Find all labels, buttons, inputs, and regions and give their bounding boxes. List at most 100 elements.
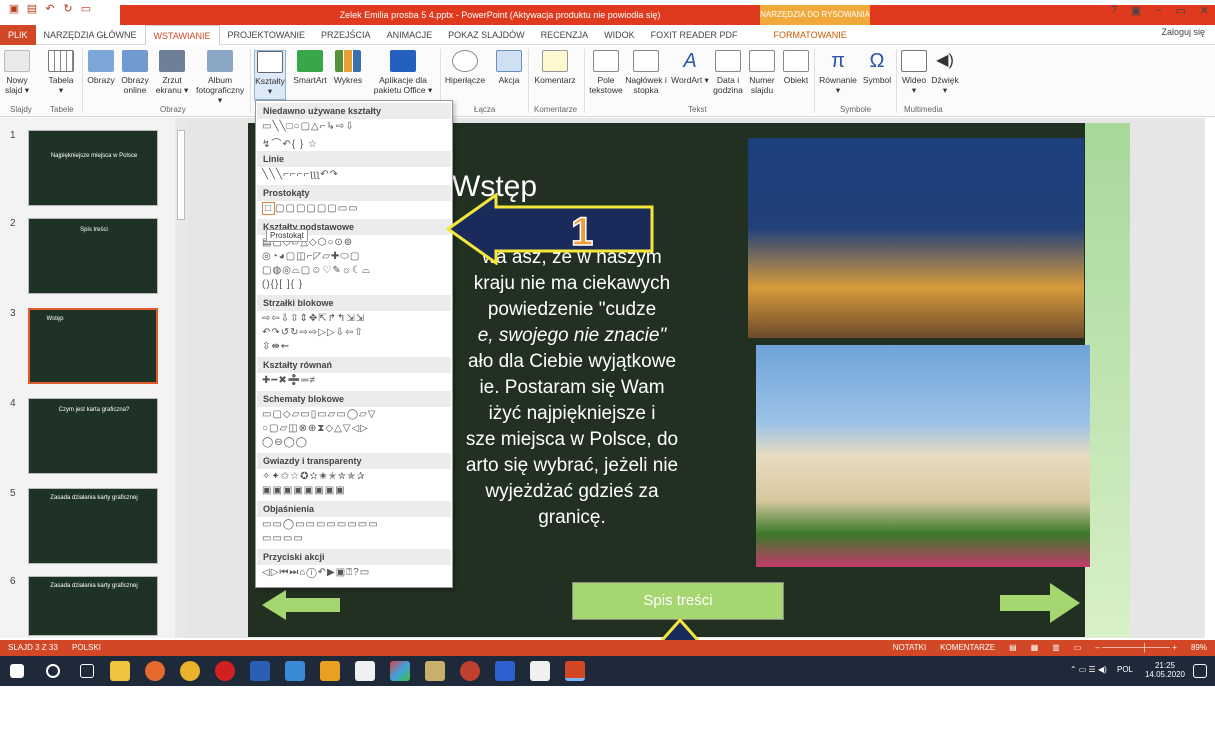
- object-button[interactable]: Obiekt: [780, 50, 812, 85]
- back-arrow-shape[interactable]: [262, 590, 342, 620]
- text-box-button[interactable]: Pole tekstowe: [588, 50, 624, 95]
- app-icon[interactable]: [285, 661, 305, 681]
- office-apps-button[interactable]: Aplikacje dla pakietu Office ▾: [370, 50, 436, 95]
- smartart-button[interactable]: SmartArt: [290, 50, 330, 85]
- app3-icon[interactable]: [460, 661, 480, 681]
- new-slide-button[interactable]: Nowy slajd ▾: [4, 50, 30, 95]
- slide-thumbnail-5[interactable]: Zasada działania karty graficznej: [28, 488, 158, 564]
- undo-icon[interactable]: ↶: [44, 3, 56, 15]
- task-view-icon[interactable]: [80, 664, 94, 678]
- tab-design[interactable]: PROJEKTOWANIE: [220, 25, 314, 45]
- equation-shapes-row[interactable]: ✚━✖➗═≠: [262, 375, 316, 386]
- shapes-button[interactable]: Kształty ▾: [254, 50, 286, 100]
- reading-view-icon[interactable]: ▥: [1052, 643, 1060, 652]
- document-icon[interactable]: [355, 661, 375, 681]
- audio-button[interactable]: ◀) Dźwięk ▾: [930, 50, 960, 95]
- slideshow-view-icon[interactable]: ▭: [1074, 643, 1082, 652]
- palace-photo[interactable]: [756, 345, 1090, 567]
- symbol-button[interactable]: Ω Symbol: [860, 50, 894, 85]
- callouts-row[interactable]: ▭▭▭▭: [262, 533, 304, 544]
- word-icon[interactable]: [250, 661, 270, 681]
- language-indicator[interactable]: POLSKI: [72, 643, 101, 652]
- photo-album-button[interactable]: Album fotograficzny ▾: [196, 50, 244, 105]
- windows-start-icon[interactable]: [10, 664, 24, 678]
- save-icon[interactable]: ▤: [26, 3, 38, 15]
- krakow-photo[interactable]: [748, 138, 1084, 338]
- banners-row[interactable]: ▣▣▣▣▣▣▣▣: [262, 485, 346, 496]
- slide-thumbnail-3[interactable]: Wstęp: [28, 308, 158, 384]
- slide-body-text[interactable]: wa asz, że w naszym kraju nie ma ciekawy…: [452, 245, 692, 531]
- screenshot-button[interactable]: Zrzut ekranu ▾: [154, 50, 190, 95]
- file-explorer-icon[interactable]: [110, 661, 130, 681]
- tab-transitions[interactable]: PRZEJŚCIA: [313, 25, 379, 45]
- slide-thumbnail-1[interactable]: Najpiękniejsze miejsca w Polsce: [28, 130, 158, 206]
- video-button[interactable]: Wideo ▾: [900, 50, 928, 95]
- tab-review[interactable]: RECENZJA: [533, 25, 597, 45]
- app4-icon[interactable]: [495, 661, 515, 681]
- tab-foxit[interactable]: FOXIT READER PDF: [643, 25, 746, 45]
- date-time-button[interactable]: Data i godzina: [712, 50, 744, 95]
- tab-view[interactable]: WIDOK: [596, 25, 643, 45]
- lines-row[interactable]: ╲╲╲⌐⌐⌐⌐ʅʅʅ↶↷: [262, 169, 339, 180]
- close-icon[interactable]: ✕: [1200, 4, 1209, 17]
- opera-icon[interactable]: [215, 661, 235, 681]
- tray-icons[interactable]: ⌃ ▭ ☰ ◀): [1070, 665, 1107, 674]
- pictures-button[interactable]: Obrazy: [86, 50, 116, 85]
- basic-shapes-row[interactable]: (){}[ ]{ }: [262, 279, 303, 290]
- wordart-button[interactable]: A WordArt ▾: [670, 50, 710, 85]
- zoom-slider[interactable]: – ───────┼──── +: [1095, 643, 1177, 652]
- tab-animations[interactable]: ANIMACJE: [379, 25, 441, 45]
- block-arrows-row[interactable]: ⇨⇦⇩⇳⇕✥⇱↱↰⇲⇲: [262, 313, 365, 324]
- basic-shapes-row[interactable]: ▢◍◎⌓▢☺♡✎☼☾⌓: [262, 265, 371, 276]
- table-button[interactable]: Tabela ▾: [46, 50, 76, 95]
- rectangle-shape-option[interactable]: □: [262, 202, 276, 215]
- callouts-row[interactable]: ▭▭◯▭▭▭▭▭▭▭▭: [262, 519, 379, 530]
- action-buttons-row[interactable]: ◁▷⏮⏭⌂ⓘ↶▶▣⍰?▭: [262, 567, 370, 578]
- help-icon[interactable]: ?: [1111, 4, 1117, 17]
- flowchart-row[interactable]: ◯⊖◯◯: [262, 437, 308, 448]
- tab-insert[interactable]: WSTAWIANIE: [144, 24, 220, 45]
- vlc-icon[interactable]: [320, 661, 340, 681]
- tab-file[interactable]: PLIK: [0, 24, 36, 45]
- sorter-view-icon[interactable]: ▦: [1031, 643, 1039, 652]
- chart-button[interactable]: Wykres: [332, 50, 364, 85]
- block-arrows-row[interactable]: ⇳⇼⇜: [262, 341, 290, 352]
- maximize-icon[interactable]: ▭: [1175, 4, 1185, 17]
- pdf-icon[interactable]: [530, 661, 550, 681]
- redo-icon[interactable]: ↻: [62, 3, 74, 15]
- equation-button[interactable]: π Równanie ▾: [818, 50, 858, 95]
- tab-format[interactable]: FORMATOWANIE: [765, 25, 854, 45]
- input-language[interactable]: POL: [1117, 665, 1133, 674]
- recent-shapes-row[interactable]: ▭╲╲□○▢△⌐↳⇨⇩: [262, 121, 355, 132]
- scroll-thumb[interactable]: [177, 130, 185, 220]
- next-arrow-shape[interactable]: [1000, 583, 1082, 623]
- zoom-level[interactable]: 89%: [1191, 643, 1207, 652]
- minimize-icon[interactable]: –: [1155, 4, 1161, 17]
- chrome-icon[interactable]: [180, 661, 200, 681]
- block-arrows-row[interactable]: ↶↷↺↻⇨⇨▷▷⇩⇦⇧: [262, 327, 364, 338]
- flowchart-row[interactable]: ○▢▱◫⊗⊕⧗◇△▽◁▷: [262, 423, 369, 434]
- slide-thumbnail-6[interactable]: Zasada działania karty graficznej: [28, 576, 158, 636]
- basic-shapes-row[interactable]: ◎◔◕▢◫⌐◸▱✚⬭▢: [262, 251, 360, 262]
- ribbon-display-icon[interactable]: ▣: [1131, 4, 1141, 17]
- stars-row[interactable]: ✧✦✩☆✪✫✬✭✮✯✰: [262, 471, 366, 482]
- slide-thumbnail-4[interactable]: Czym jest karta graficzna?: [28, 398, 158, 474]
- firefox-icon[interactable]: [145, 661, 165, 681]
- recent-shapes-row[interactable]: ↯⌒↶{ } ☆: [262, 135, 318, 150]
- notifications-icon[interactable]: [1193, 664, 1207, 678]
- flowchart-row[interactable]: ▭▢◇▱▭▯▭▱▭◯▱▽: [262, 409, 376, 420]
- thumbnail-scrollbar[interactable]: [175, 118, 187, 638]
- tab-home[interactable]: NARZĘDZIA GŁÓWNE: [36, 25, 145, 45]
- action-button[interactable]: Akcja: [494, 50, 524, 85]
- online-pictures-button[interactable]: Obrazy online: [118, 50, 152, 95]
- hyperlink-button[interactable]: Hiperłącze: [444, 50, 486, 85]
- search-icon[interactable]: [46, 664, 60, 678]
- comment-button[interactable]: Komentarz: [530, 50, 580, 85]
- app2-icon[interactable]: [425, 661, 445, 681]
- clock[interactable]: 21:25 14.05.2020: [1145, 661, 1185, 679]
- slide-thumbnail-2[interactable]: Spis treści: [28, 218, 158, 294]
- header-footer-button[interactable]: Nagłówek i stopka: [624, 50, 668, 95]
- rectangles-row[interactable]: □ ▢▢▢▢▢▢▭▭: [262, 202, 359, 215]
- tab-slideshow[interactable]: POKAZ SLAJDÓW: [440, 25, 533, 45]
- sign-in-link[interactable]: Zaloguj się: [1161, 27, 1205, 37]
